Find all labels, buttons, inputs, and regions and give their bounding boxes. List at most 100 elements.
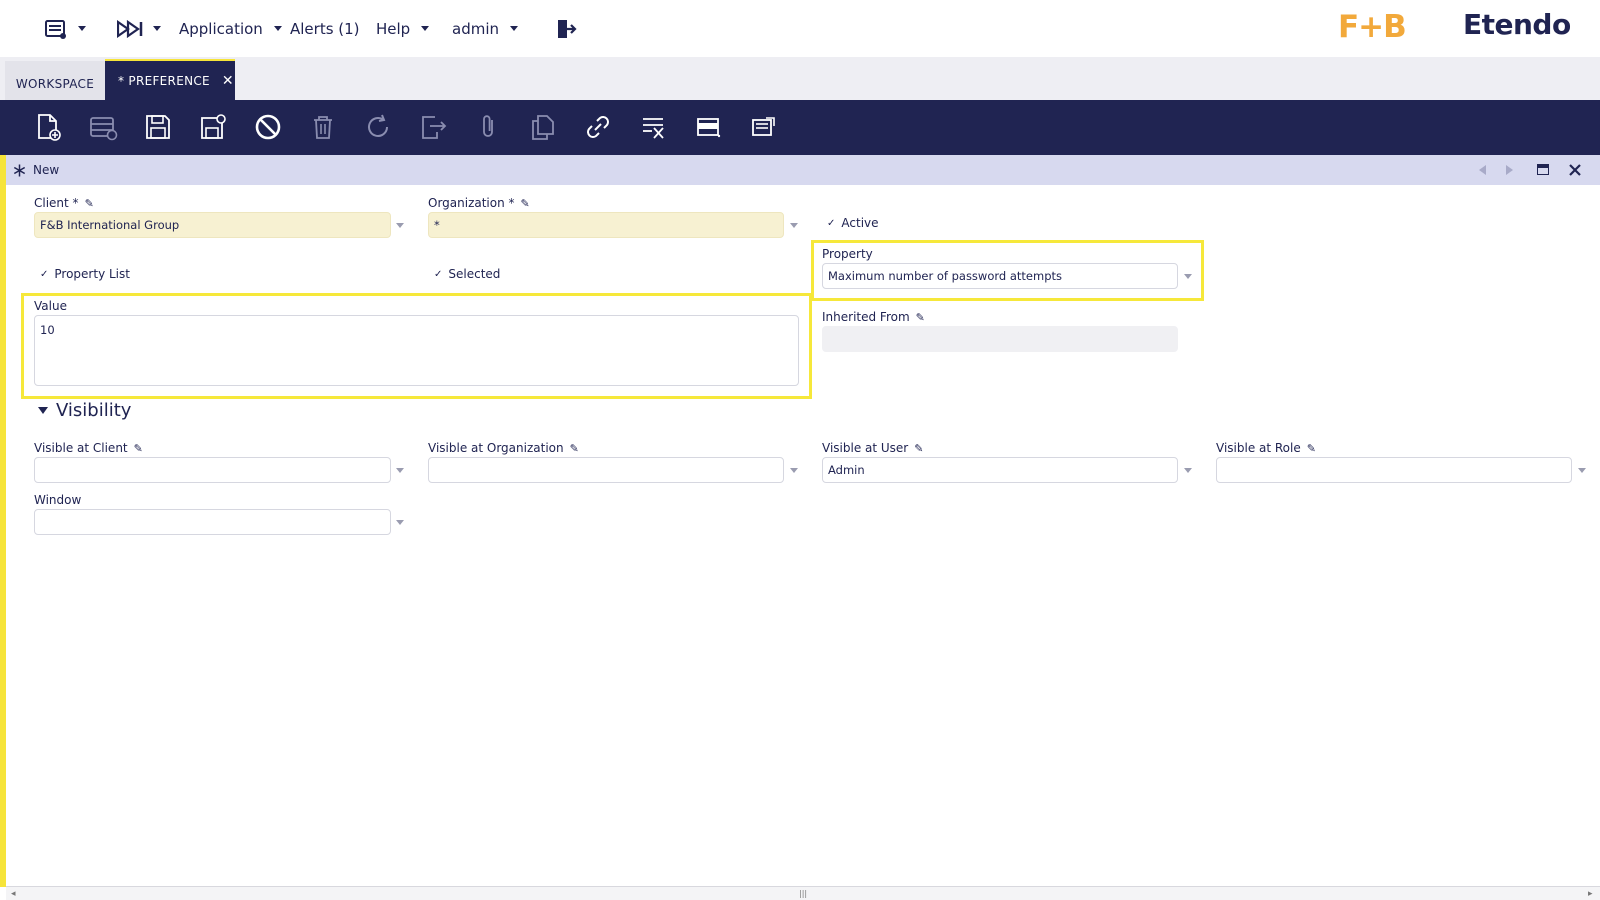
user-menu-label: admin <box>452 19 499 38</box>
value-textarea[interactable]: 10 <box>34 315 799 386</box>
new-row-button[interactable] <box>88 112 118 142</box>
active-checkbox[interactable]: ✓ Active <box>827 216 879 230</box>
quick-launch-menu[interactable] <box>117 0 161 57</box>
property-field[interactable]: Maximum number of password attempts <box>822 263 1178 289</box>
client-value: F&B International Group <box>40 218 180 232</box>
checkmark-icon: ✓ <box>40 268 49 280</box>
chevron-down-icon[interactable] <box>396 520 404 525</box>
client-field[interactable]: F&B International Group <box>34 212 391 238</box>
filter-icon <box>643 118 664 139</box>
selected-label: Selected <box>448 267 501 281</box>
pencil-icon[interactable]: ✎ <box>914 442 923 455</box>
action-toolbar <box>0 100 1600 155</box>
chevron-down-icon <box>273 26 282 31</box>
inherited-from-label: Inherited From ✎ <box>822 310 925 324</box>
company-logo: F+B <box>1338 9 1407 45</box>
property-list-label: Property List <box>54 267 130 281</box>
visible-at-client-label: Visible at Client ✎ <box>34 441 143 455</box>
attach-button[interactable] <box>473 112 503 142</box>
logout-button[interactable] <box>555 0 577 57</box>
checkmark-icon: ✓ <box>434 268 443 280</box>
alerts-link[interactable]: Alerts (1) <box>290 0 360 57</box>
pencil-icon[interactable]: ✎ <box>916 311 925 324</box>
visible-at-user-field[interactable]: Admin <box>822 457 1178 483</box>
trash-icon <box>314 116 332 139</box>
chevron-down-icon[interactable] <box>1578 468 1586 473</box>
window-tabs: WORKSPACE * PREFERENCE ✕ <box>0 57 1600 100</box>
window-label: Window <box>34 493 82 507</box>
chevron-down-icon[interactable] <box>1184 274 1192 279</box>
tab-preference[interactable]: * PREFERENCE ✕ <box>105 59 235 100</box>
next-record-icon[interactable] <box>1506 165 1513 175</box>
link-button[interactable] <box>583 112 613 142</box>
chevron-down-icon[interactable] <box>396 223 404 228</box>
tab-workspace[interactable]: WORKSPACE <box>5 61 105 100</box>
close-icon[interactable]: ✕ <box>222 73 234 89</box>
new-document-button[interactable] <box>33 112 63 142</box>
grid-view-button[interactable] <box>693 112 723 142</box>
visible-at-organization-label: Visible at Organization ✎ <box>428 441 579 455</box>
maximize-icon[interactable] <box>1537 164 1549 175</box>
save-close-icon <box>201 114 226 139</box>
pencil-icon[interactable]: ✎ <box>521 197 530 210</box>
filter-button[interactable] <box>638 112 668 142</box>
window-field[interactable] <box>34 509 391 535</box>
collapse-triangle-icon <box>38 407 48 414</box>
chevron-down-icon[interactable] <box>1184 468 1192 473</box>
chevron-down-icon <box>421 26 430 31</box>
notes-button[interactable] <box>748 112 778 142</box>
close-form-icon[interactable] <box>1569 164 1581 176</box>
organization-field[interactable]: * <box>428 212 784 238</box>
pencil-icon[interactable]: ✎ <box>134 442 143 455</box>
previous-record-icon[interactable] <box>1479 165 1486 175</box>
visible-at-user-label: Visible at User ✎ <box>822 441 924 455</box>
delete-button[interactable] <box>308 112 338 142</box>
chevron-down-icon[interactable] <box>396 468 404 473</box>
export-button[interactable] <box>418 112 448 142</box>
new-document-icon <box>38 114 61 141</box>
grid-view-icon <box>697 118 721 138</box>
selected-checkbox[interactable]: ✓ Selected <box>434 267 500 281</box>
undo-button[interactable] <box>253 112 283 142</box>
scroll-right-icon[interactable]: ▸ <box>1588 889 1593 899</box>
application-menu[interactable]: Application <box>179 0 282 57</box>
chevron-down-icon[interactable] <box>790 223 798 228</box>
top-navigation-bar: Application Alerts (1) Help admin F+B Et… <box>0 0 1600 57</box>
user-menu[interactable]: admin <box>452 0 518 57</box>
save-icon <box>146 115 170 139</box>
value-label: Value <box>34 299 67 313</box>
property-value: Maximum number of password attempts <box>828 269 1062 283</box>
brand-logo: Etendo <box>1463 8 1571 41</box>
visible-at-user-value: Admin <box>828 463 865 477</box>
visible-at-client-field[interactable] <box>34 457 391 483</box>
refresh-icon <box>368 114 388 137</box>
pencil-icon[interactable]: ✎ <box>1307 442 1316 455</box>
chevron-down-icon <box>78 26 86 31</box>
scroll-left-icon[interactable]: ◂ <box>11 889 16 899</box>
new-row-icon <box>90 117 118 141</box>
link-icon <box>587 116 609 138</box>
copy-button[interactable] <box>528 112 558 142</box>
form-status-label: New <box>33 163 60 177</box>
scroll-thumb-grip-icon[interactable]: ||| <box>799 889 807 898</box>
record-state-bar <box>0 155 6 887</box>
save-close-button[interactable] <box>198 112 228 142</box>
pencil-icon[interactable]: ✎ <box>85 197 94 210</box>
horizontal-scrollbar[interactable]: ◂ ||| ▸ <box>6 886 1600 900</box>
menu-list-icon <box>45 19 66 39</box>
help-menu[interactable]: Help <box>376 0 430 57</box>
pencil-icon[interactable]: ✎ <box>570 442 579 455</box>
menu-launcher[interactable] <box>45 0 86 57</box>
visibility-section-header[interactable]: Visibility <box>38 400 131 421</box>
visible-at-organization-field[interactable] <box>428 457 784 483</box>
visible-at-role-label: Visible at Role ✎ <box>1216 441 1316 455</box>
property-list-checkbox[interactable]: ✓ Property List <box>40 267 130 281</box>
save-button[interactable] <box>143 112 173 142</box>
active-label: Active <box>841 216 879 230</box>
help-menu-label: Help <box>376 19 411 38</box>
chevron-down-icon[interactable] <box>790 468 798 473</box>
visible-at-role-field[interactable] <box>1216 457 1572 483</box>
alerts-label: Alerts (1) <box>290 19 360 38</box>
organization-value: * <box>434 218 440 232</box>
refresh-button[interactable] <box>363 112 393 142</box>
